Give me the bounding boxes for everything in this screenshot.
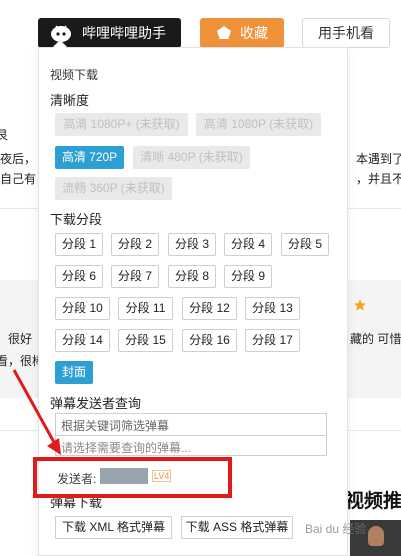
quality-heading: 清晰度 [50, 93, 90, 108]
thumbnail-figure [368, 526, 384, 546]
segment-button[interactable]: 分段 13 [245, 297, 300, 320]
danmaku-query-box: 根据关键词筛选弹幕 请选择需要查询的弹幕... [55, 413, 327, 456]
danmaku-select[interactable]: 请选择需要查询的弹幕... [61, 439, 191, 456]
favorite-button[interactable]: 收藏 [200, 18, 284, 48]
segment-button[interactable]: 分段 1 [55, 233, 103, 256]
segment-button[interactable]: 分段 4 [224, 233, 272, 256]
bg-text-fragment: 。很好 [0, 332, 33, 346]
segment-button[interactable]: 分段 7 [111, 265, 159, 288]
quality-option-360p[interactable]: 流畅 360P (未获取) [55, 177, 172, 200]
helper-label: 哔哩哔哩助手 [82, 25, 166, 41]
download-xml-button[interactable]: 下载 XML 格式弹幕 [55, 516, 172, 539]
danmaku-sender-heading: 弹幕发送者查询 [50, 396, 142, 411]
segment-button[interactable]: 分段 16 [182, 329, 237, 352]
highlight-box [33, 457, 232, 498]
bg-text-fragment: 自己有 [0, 172, 37, 186]
bg-text-fragment: 夜后， [0, 152, 37, 166]
segment-button[interactable]: 分段 9 [224, 265, 272, 288]
view-on-phone-button[interactable]: 用手机看 [302, 18, 390, 48]
segment-button[interactable]: 分段 3 [168, 233, 216, 256]
bg-text-fragment: 藏的 可惜 [350, 332, 401, 346]
segment-button[interactable]: 分段 10 [55, 297, 110, 320]
segment-button[interactable]: 分段 14 [55, 329, 110, 352]
panel-title: 视频下载 [50, 68, 99, 82]
segment-button[interactable]: 分段 11 [118, 297, 173, 320]
segment-button[interactable]: 分段 15 [118, 329, 173, 352]
quality-option-720p[interactable]: 高清 720P [55, 146, 124, 169]
segment-button[interactable]: 分段 12 [182, 297, 237, 320]
favorite-label: 收藏 [240, 25, 268, 41]
watermark: Bai du 经验 [305, 522, 367, 536]
segment-button[interactable]: 分段 2 [111, 233, 159, 256]
segment-button[interactable]: 分段 5 [281, 233, 329, 256]
download-ass-button[interactable]: 下载 ASS 格式弹幕 [181, 516, 293, 539]
segments-heading: 下载分段 [50, 212, 103, 227]
pentagon-icon [217, 26, 231, 39]
segment-button[interactable]: 分段 8 [168, 265, 216, 288]
bg-text-fragment: ，并且不 [356, 172, 401, 186]
segment-button[interactable]: 分段 6 [55, 265, 103, 288]
star-icon [354, 299, 366, 311]
cover-download-button[interactable]: 封面 [55, 361, 93, 384]
segment-button[interactable]: 分段 17 [245, 329, 300, 352]
divider [56, 435, 326, 436]
danmaku-filter-input[interactable]: 根据关键词筛选弹幕 [61, 417, 169, 434]
bg-text-fragment: 艮 [0, 128, 9, 142]
quality-option-1080p[interactable]: 高清 1080P (未获取) [196, 113, 321, 136]
quality-option-480p[interactable]: 清晰 480P (未获取) [133, 146, 250, 169]
bg-text-fragment: 本遇到了 [356, 152, 401, 166]
section-title: 视频推荐 [345, 491, 401, 512]
quality-option-1080p-plus[interactable]: 高清 1080P+ (未获取) [55, 113, 188, 136]
